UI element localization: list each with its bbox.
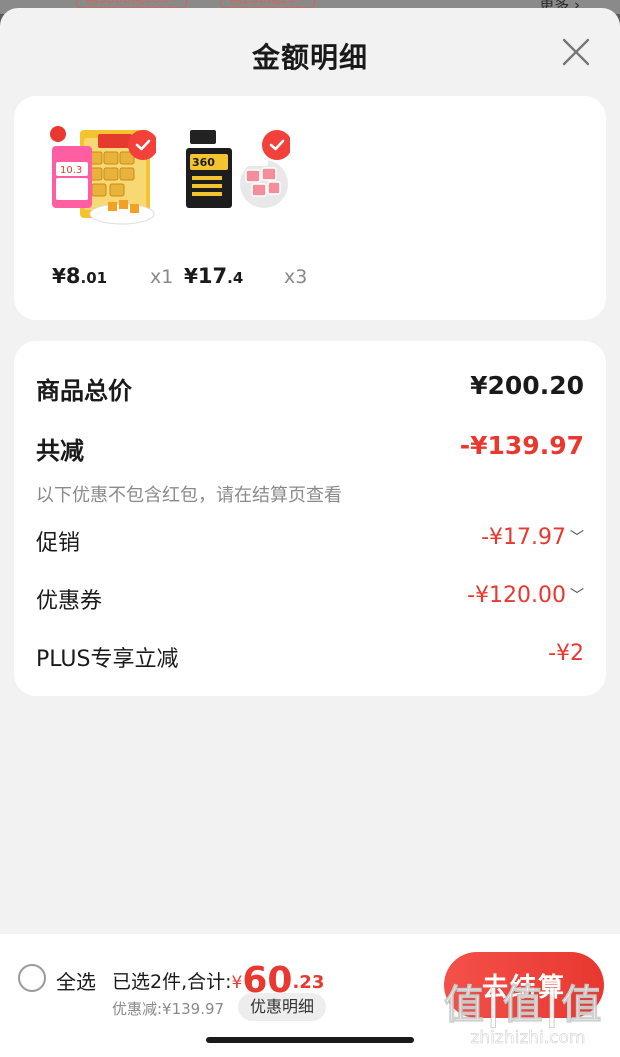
product-price: ¥17.4	[184, 264, 244, 288]
total-price-value: ¥200.20	[470, 371, 584, 400]
home-indicator[interactable]	[206, 1037, 414, 1043]
pork-product-image: 360	[182, 118, 290, 228]
product-price: ¥8.01	[52, 264, 108, 288]
plus-discount-value: -¥2	[548, 641, 584, 666]
select-all-label[interactable]: 全选	[56, 966, 96, 995]
total-amount: ¥60.23	[231, 960, 325, 1001]
selected-check-icon	[128, 130, 156, 160]
price-summary-card: 商品总价 ¥200.20 共减 -¥139.97 以下优惠不包含红包，请在结算页…	[14, 341, 606, 696]
product-list-card: 10.3 ¥8.01 x1 360 ¥17.4 x3	[14, 96, 606, 320]
underlying-promo-tag: 满200减20 ›	[220, 0, 315, 8]
coupon-label: 优惠券	[36, 589, 103, 614]
total-reduction-value: -¥139.97	[459, 431, 584, 460]
selected-count-text: 已选2件,合计:	[112, 971, 232, 993]
underlying-promo-tag: 满3000减300 ›	[76, 0, 188, 8]
product-quantity: x1	[150, 266, 174, 288]
promo-value: -¥17.97 ﹀	[481, 525, 584, 550]
fish-tofu-product-image: 10.3	[48, 118, 156, 228]
close-icon	[562, 38, 590, 66]
discount-detail-button[interactable]: 优惠明细	[238, 993, 327, 1021]
total-price-label: 商品总价	[36, 377, 132, 405]
plus-discount-label: PLUS专享立减	[36, 647, 179, 672]
reduction-note: 以下优惠不包含红包，请在结算页查看	[36, 485, 342, 506]
promo-label: 促销	[36, 531, 81, 556]
select-all-radio[interactable]	[18, 964, 46, 992]
amount-detail-sheet: 金额明细 10.3 ¥8.01 x1 360 ¥17.4 x3 商品总价 ¥20…	[0, 8, 620, 1057]
product-item[interactable]: 360 ¥17.4 x3	[182, 118, 307, 288]
product-item[interactable]: 10.3 ¥8.01 x1	[48, 118, 173, 288]
discount-text: 优惠减:¥139.97	[112, 1000, 225, 1018]
chevron-down-icon: ﹀	[570, 588, 584, 604]
checkout-button[interactable]: 去结算	[444, 952, 604, 1018]
sheet-title: 金额明细	[251, 41, 368, 74]
selected-check-icon	[262, 130, 290, 160]
coupon-value: -¥120.00 ﹀	[467, 583, 584, 608]
chevron-down-icon: ﹀	[570, 530, 584, 546]
svg-text:10.3: 10.3	[60, 165, 82, 176]
total-reduction-label: 共减	[36, 437, 84, 465]
product-quantity: x3	[284, 266, 308, 288]
svg-text:360: 360	[192, 156, 215, 169]
close-button[interactable]	[560, 36, 592, 68]
